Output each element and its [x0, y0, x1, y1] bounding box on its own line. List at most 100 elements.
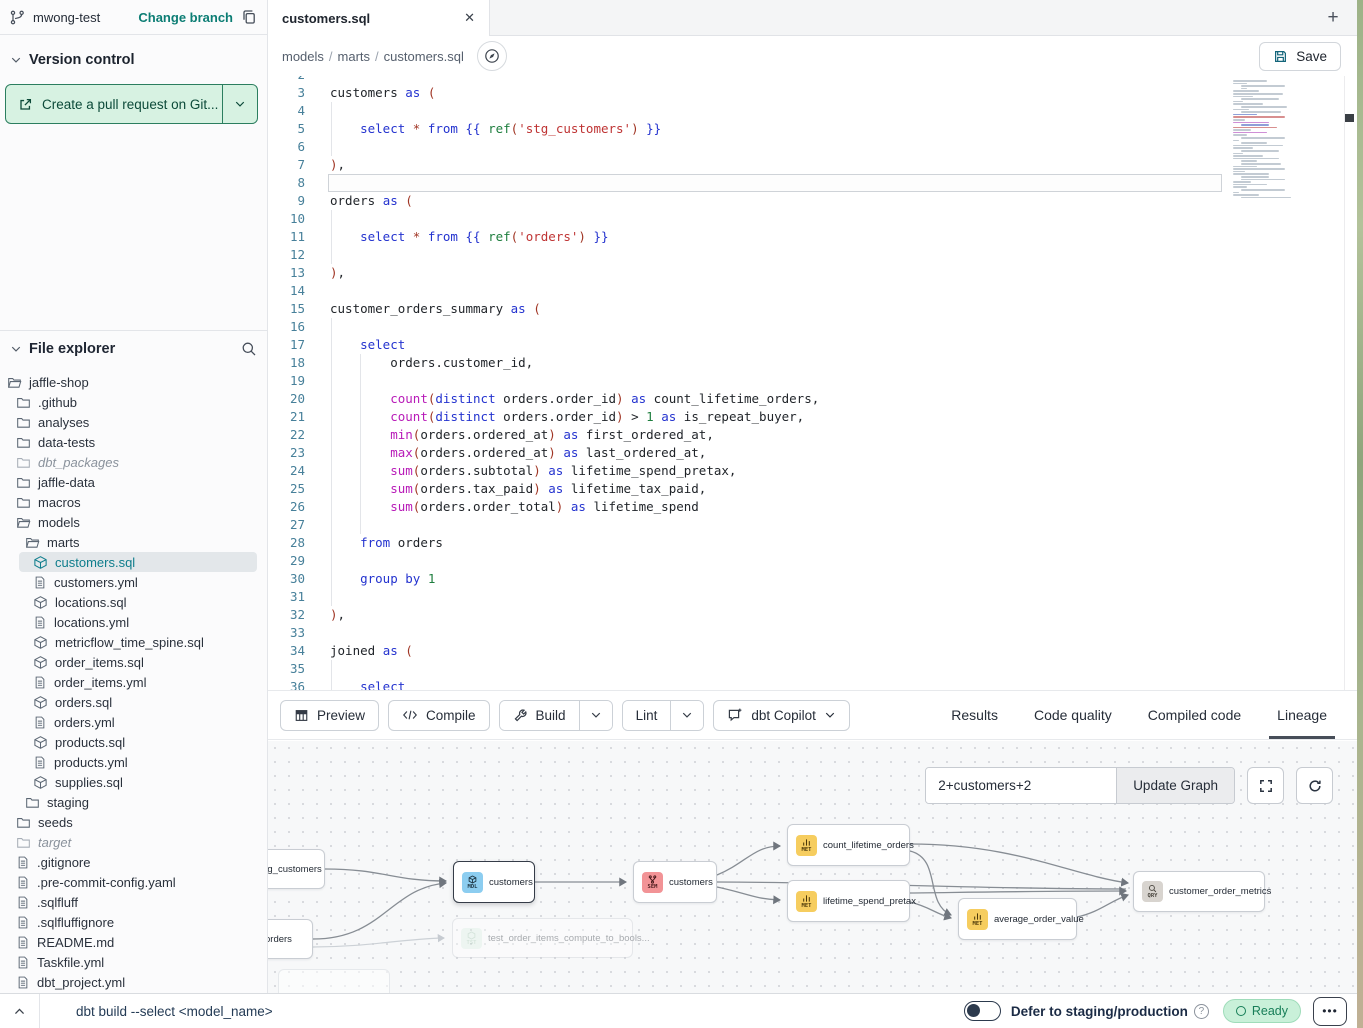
preview-button[interactable]: Preview	[280, 700, 379, 731]
code-line-16[interactable]: 16	[268, 318, 1357, 336]
code-line-24[interactable]: 24 sum(orders.subtotal) as lifetime_spen…	[268, 462, 1357, 480]
code-line-4[interactable]: 4	[268, 102, 1357, 120]
code-line-30[interactable]: 30 group by 1	[268, 570, 1357, 588]
file-tree-item-locations-sql[interactable]: locations.sql	[0, 592, 257, 612]
lineage-node-customers-semantic[interactable]: SEMcustomers	[633, 861, 717, 903]
breadcrumb-marts[interactable]: marts	[338, 49, 371, 64]
editor-scrollbar[interactable]	[1344, 76, 1356, 690]
file-tree-item-target[interactable]: target	[0, 832, 257, 852]
code-line-7[interactable]: 7),	[268, 156, 1357, 174]
code-line-29[interactable]: 29	[268, 552, 1357, 570]
code-line-31[interactable]: 31	[268, 588, 1357, 606]
tab-customers-sql[interactable]: customers.sql ✕	[268, 0, 490, 36]
tab-results[interactable]: Results	[933, 691, 1016, 739]
fullscreen-icon[interactable]	[1247, 767, 1284, 804]
lint-button[interactable]: Lint	[623, 701, 671, 730]
file-tree-item--sqlfluff[interactable]: .sqlfluff	[0, 892, 257, 912]
code-line-15[interactable]: 15customer_orders_summary as (	[268, 300, 1357, 318]
code-editor[interactable]: 23customers as (45 select * from {{ ref(…	[268, 76, 1357, 690]
file-tree-item-dbt-project-yml[interactable]: dbt_project.yml	[0, 972, 257, 992]
file-tree-item-products-yml[interactable]: products.yml	[0, 752, 257, 772]
file-tree-item-macros[interactable]: macros	[0, 492, 257, 512]
code-line-32[interactable]: 32),	[268, 606, 1357, 624]
defer-toggle[interactable]	[964, 1001, 1001, 1021]
file-tree-item-data-tests[interactable]: data-tests	[0, 432, 257, 452]
chevron-up-icon[interactable]	[0, 994, 40, 1028]
tab-lineage[interactable]: Lineage	[1259, 691, 1345, 739]
file-tree-item-seeds[interactable]: seeds	[0, 812, 257, 832]
file-tree-item-taskfile-yml[interactable]: Taskfile.yml	[0, 952, 257, 972]
file-tree-item-customers-yml[interactable]: customers.yml	[0, 572, 257, 592]
lineage-node-lifetime-spend-pretax[interactable]: METlifetime_spend_pretax	[787, 880, 910, 922]
code-line-17[interactable]: 17 select	[268, 336, 1357, 354]
file-tree-item-metricflow-time-spine-sql[interactable]: metricflow_time_spine.sql	[0, 632, 257, 652]
refresh-icon[interactable]	[1296, 767, 1333, 804]
create-pr-dropdown-button[interactable]	[222, 85, 257, 123]
version-control-header[interactable]: Version control	[0, 38, 267, 76]
save-button[interactable]: Save	[1259, 42, 1341, 71]
breadcrumb-file[interactable]: customers.sql	[384, 49, 464, 64]
file-tree-item-products-sql[interactable]: products.sql	[0, 732, 257, 752]
code-line-26[interactable]: 26 sum(orders.order_total) as lifetime_s…	[268, 498, 1357, 516]
code-line-8[interactable]: 8	[268, 174, 1357, 192]
code-line-35[interactable]: 35	[268, 660, 1357, 678]
code-line-20[interactable]: 20 count(distinct orders.order_id) as co…	[268, 390, 1357, 408]
file-tree-item-customers-sql[interactable]: customers.sql	[19, 552, 257, 572]
file-tree-item-jaffle-data[interactable]: jaffle-data	[0, 472, 257, 492]
file-tree-item--sqlfluffignore[interactable]: .sqlfluffignore	[0, 912, 257, 932]
update-graph-button[interactable]: Update Graph	[1116, 768, 1234, 803]
file-tree-item-jaffle-shop[interactable]: jaffle-shop	[0, 372, 257, 392]
lineage-node-customers-model[interactable]: MDLcustomers	[453, 861, 535, 903]
file-tree-item-supplies-sql[interactable]: supplies.sql	[0, 772, 257, 792]
file-tree-item-orders-sql[interactable]: orders.sql	[0, 692, 257, 712]
new-tab-button[interactable]: +	[1319, 4, 1347, 32]
code-line-19[interactable]: 19	[268, 372, 1357, 390]
change-branch-link[interactable]: Change branch	[138, 10, 233, 25]
code-line-33[interactable]: 33	[268, 624, 1357, 642]
file-tree-item-marts[interactable]: marts	[0, 532, 257, 552]
copy-branch-button[interactable]	[241, 9, 257, 25]
code-line-18[interactable]: 18 orders.customer_id,	[268, 354, 1357, 372]
code-line-10[interactable]: 10	[268, 210, 1357, 228]
code-line-21[interactable]: 21 count(distinct orders.order_id) > 1 a…	[268, 408, 1357, 426]
code-line-23[interactable]: 23 max(orders.ordered_at) as last_ordere…	[268, 444, 1357, 462]
breadcrumb-models[interactable]: models	[282, 49, 324, 64]
dbt-copilot-button[interactable]: dbt Copilot	[713, 700, 850, 731]
lineage-node-orders[interactable]: orders	[268, 919, 313, 959]
file-tree-item-locations-yml[interactable]: locations.yml	[0, 612, 257, 632]
code-line-5[interactable]: 5 select * from {{ ref('stg_customers') …	[268, 120, 1357, 138]
code-line-27[interactable]: 27	[268, 516, 1357, 534]
code-line-11[interactable]: 11 select * from {{ ref('orders') }}	[268, 228, 1357, 246]
file-tree-item-models[interactable]: models	[0, 512, 257, 532]
file-tree-item-order-items-sql[interactable]: order_items.sql	[0, 652, 257, 672]
file-tree-item--github[interactable]: .github	[0, 392, 257, 412]
file-explorer-header[interactable]: File explorer	[0, 330, 267, 363]
code-line-6[interactable]: 6	[268, 138, 1357, 156]
file-tree-item--gitignore[interactable]: .gitignore	[0, 852, 257, 872]
file-tree-item-orders-yml[interactable]: orders.yml	[0, 712, 257, 732]
file-tree-item-analyses[interactable]: analyses	[0, 412, 257, 432]
lineage-node-average-order-value[interactable]: METaverage_order_value	[958, 898, 1077, 940]
lineage-node-test-order-items[interactable]: TSTtest_order_items_compute_to_bools...	[452, 918, 633, 958]
code-line-34[interactable]: 34joined as (	[268, 642, 1357, 660]
code-line-22[interactable]: 22 min(orders.ordered_at) as first_order…	[268, 426, 1357, 444]
scrollbar-thumb[interactable]	[1345, 114, 1354, 122]
file-tree-item-order-items-yml[interactable]: order_items.yml	[0, 672, 257, 692]
file-tree-item-dbt-packages[interactable]: dbt_packages	[0, 452, 257, 472]
command-input[interactable]: dbt build --select <model_name>	[76, 1004, 964, 1019]
lineage-node-count-lifetime-orders[interactable]: METcount_lifetime_orders	[787, 824, 910, 866]
tab-code-quality[interactable]: Code quality	[1016, 691, 1130, 739]
code-line-3[interactable]: 3customers as (	[268, 84, 1357, 102]
build-dropdown-button[interactable]	[579, 701, 612, 730]
code-line-14[interactable]: 14	[268, 282, 1357, 300]
code-line-28[interactable]: 28 from orders	[268, 534, 1357, 552]
file-tree-item-readme-md[interactable]: README.md	[0, 932, 257, 952]
create-pr-button[interactable]: Create a pull request on Git...	[6, 85, 222, 123]
code-line-2[interactable]: 2	[268, 76, 1357, 84]
code-line-36[interactable]: 36 select	[268, 678, 1357, 690]
more-options-button[interactable]: •••	[1313, 997, 1347, 1026]
code-line-25[interactable]: 25 sum(orders.tax_paid) as lifetime_tax_…	[268, 480, 1357, 498]
compass-icon[interactable]	[477, 41, 507, 71]
close-icon[interactable]: ✕	[464, 10, 475, 26]
code-line-9[interactable]: 9orders as (	[268, 192, 1357, 210]
